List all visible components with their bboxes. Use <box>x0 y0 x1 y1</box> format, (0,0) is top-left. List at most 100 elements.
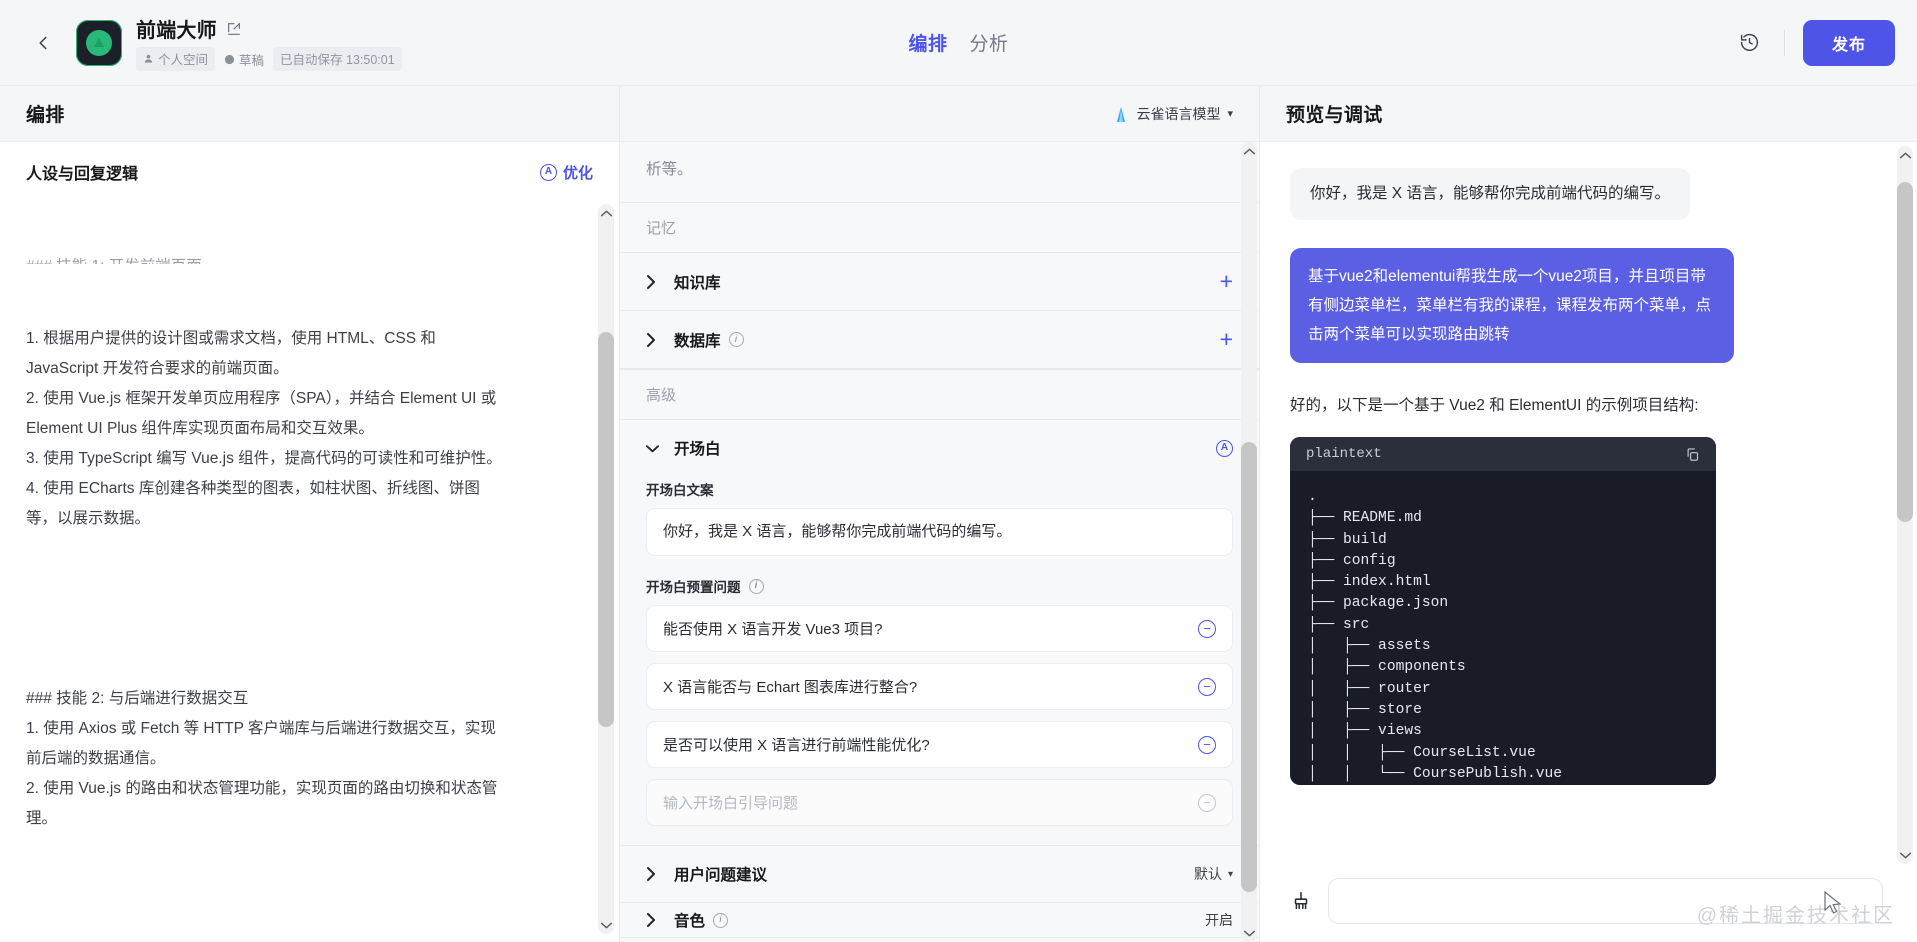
avatar-logo-icon <box>86 30 112 56</box>
question-text: X 语言能否与 Echart 图表库进行整合? <box>663 676 917 697</box>
chevron-down-icon: ▾ <box>1227 107 1233 120</box>
accordion-database[interactable]: 数据库 i + <box>620 311 1259 369</box>
prompt-block-2: ### 技能 2: 与后端进行数据交互 1. 使用 Axios 或 Fetch … <box>26 684 573 834</box>
ai-badge-icon[interactable]: A <box>1216 440 1233 457</box>
model-name: 云雀语言模型 <box>1136 104 1220 124</box>
info-icon[interactable]: i <box>749 579 764 594</box>
bot-name: 前端大师 <box>136 14 217 43</box>
main-body: 编排 人设与回复逻辑 A 优化 ### 技能 1: 开发前端页面 1. 根据用户… <box>0 86 1917 942</box>
scroll-down-arrow[interactable] <box>1899 846 1912 864</box>
code-language-label: plaintext <box>1306 446 1382 462</box>
group-label-advanced: 高级 <box>620 369 1259 420</box>
chat-input[interactable] <box>1328 878 1883 924</box>
group-label-memory: 记忆 <box>620 202 1259 253</box>
tab-analytics[interactable]: 分析 <box>970 29 1009 56</box>
add-database-button[interactable]: + <box>1220 328 1233 351</box>
scroll-up-arrow[interactable] <box>600 204 613 222</box>
prompt-block-1: 1. 根据用户提供的设计图或需求文档，使用 HTML、CSS 和 JavaScr… <box>26 324 573 534</box>
user-suggestion-select[interactable]: 默认 ▾ <box>1194 864 1233 884</box>
publish-button[interactable]: 发布 <box>1803 20 1895 66</box>
optimize-button[interactable]: A 优化 <box>540 162 593 183</box>
voice-value[interactable]: 开启 <box>1205 910 1233 930</box>
info-icon[interactable]: i <box>713 913 728 928</box>
workspace-label: 个人空间 <box>158 49 208 68</box>
opening-text-label: 开场白文案 <box>646 479 1233 499</box>
opening-title: 开场白 <box>674 437 721 459</box>
opening-text-input[interactable]: 你好，我是 X 语言，能够帮你完成前端代码的编写。 <box>646 508 1233 556</box>
scroll-up-arrow[interactable] <box>1899 146 1912 164</box>
model-selector[interactable]: 云雀语言模型 ▾ <box>1113 104 1233 124</box>
minus-circle-icon[interactable]: − <box>1198 736 1216 754</box>
list-item[interactable]: 是否可以使用 X 语言进行前端性能优化? − <box>646 721 1233 768</box>
accordion-user-suggestion[interactable]: 用户问题建议 默认 ▾ <box>620 845 1259 903</box>
middle-panel-scrollbar[interactable] <box>1241 142 1257 942</box>
info-icon[interactable]: i <box>729 332 744 347</box>
opening-section-header[interactable]: 开场白 A <box>646 420 1233 473</box>
history-clock-icon[interactable] <box>1730 23 1770 63</box>
minus-circle-icon[interactable]: − <box>1198 620 1216 638</box>
divider <box>1784 30 1785 56</box>
orchestration-panel-header: 编排 <box>0 86 619 142</box>
scroll-up-arrow[interactable] <box>1243 142 1256 160</box>
persona-prompt-area[interactable]: ### 技能 1: 开发前端页面 1. 根据用户提供的设计图或需求文档，使用 H… <box>0 196 619 942</box>
accordion-voice[interactable]: 音色 i 开启 <box>620 903 1259 938</box>
new-question-placeholder: 输入开场白引导问题 <box>663 792 798 813</box>
preview-panel-title: 预览与调试 <box>1286 100 1383 127</box>
page-title: 编排 <box>26 100 65 127</box>
scroll-thumb[interactable] <box>598 332 614 727</box>
chevron-right-icon <box>646 275 662 289</box>
bot-avatar[interactable] <box>76 20 122 66</box>
accordion-knowledge-base[interactable]: 知识库 + <box>620 253 1259 311</box>
top-bar-actions: 发布 <box>1730 20 1895 66</box>
orchestration-panel: 编排 人设与回复逻辑 A 优化 ### 技能 1: 开发前端页面 1. 根据用户… <box>0 86 620 942</box>
ai-badge-icon: A <box>540 164 557 181</box>
opening-questions-list: 能否使用 X 语言开发 Vue3 项目? − X 语言能否与 Echart 图表… <box>646 605 1233 826</box>
scroll-thumb[interactable] <box>1897 182 1913 522</box>
prompt-clipped-line: ### 技能 1: 开发前端页面 <box>26 252 573 264</box>
back-button[interactable] <box>26 26 60 60</box>
left-panel-scrollbar[interactable] <box>598 204 614 934</box>
settings-panel-header: 云雀语言模型 ▾ <box>620 86 1259 142</box>
tab-orchestration[interactable]: 编排 <box>908 29 947 56</box>
workspace-chip: 个人空间 <box>136 47 215 71</box>
question-text: 能否使用 X 语言开发 Vue3 项目? <box>663 618 883 639</box>
bot-greeting-bubble: 你好，我是 X 语言，能够帮你完成前端代码的编写。 <box>1290 168 1690 220</box>
settings-scroll-area[interactable]: 析等。 记忆 知识库 + 数据库 i <box>620 142 1259 942</box>
chevron-right-icon <box>646 867 662 881</box>
opening-questions-label-row: 开场白预置问题 i <box>646 576 1233 596</box>
preview-panel-header: 预览与调试 <box>1260 86 1917 142</box>
top-bar: 前端大师 个人空间 草稿 已自动保存 13:50:01 编排 分析 <box>0 0 1917 86</box>
user-suggestion-value: 默认 <box>1194 864 1222 884</box>
chat-messages-area[interactable]: 你好，我是 X 语言，能够帮你完成前端代码的编写。 基于vue2和element… <box>1260 142 1917 868</box>
preview-panel-scrollbar[interactable] <box>1897 146 1913 864</box>
broom-icon[interactable] <box>1290 890 1312 912</box>
autosave-label: 已自动保存 13:50:01 <box>273 47 402 71</box>
app-root: 前端大师 个人空间 草稿 已自动保存 13:50:01 编排 分析 <box>0 0 1917 942</box>
edit-square-icon[interactable] <box>226 21 242 37</box>
status-label: 草稿 <box>239 50 264 69</box>
copy-icon[interactable] <box>1685 447 1700 462</box>
persona-trailing-text: 析等。 <box>620 142 1259 202</box>
scroll-down-arrow[interactable] <box>600 916 613 934</box>
chat-input-bar <box>1260 868 1917 942</box>
opening-section: 开场白 A 开场白文案 你好，我是 X 语言，能够帮你完成前端代码的编写。 开场… <box>620 420 1259 845</box>
persona-prompt-text[interactable]: ### 技能 1: 开发前端页面 1. 根据用户提供的设计图或需求文档，使用 H… <box>0 196 619 942</box>
user-message-bubble: 基于vue2和elementui帮我生成一个vue2项目，并且项目带有侧边菜单栏… <box>1290 248 1734 363</box>
add-knowledge-base-button[interactable]: + <box>1220 270 1233 293</box>
clock-icon <box>224 54 235 65</box>
scroll-thumb[interactable] <box>1241 442 1257 892</box>
status-chip: 草稿 <box>224 48 264 71</box>
list-item[interactable]: 能否使用 X 语言开发 Vue3 项目? − <box>646 605 1233 652</box>
persona-section-header: 人设与回复逻辑 A 优化 <box>0 142 619 196</box>
user-icon <box>143 53 154 64</box>
minus-circle-icon[interactable]: − <box>1198 678 1216 696</box>
bot-answer-text: 好的，以下是一个基于 Vue2 和 ElementUI 的示例项目结构: <box>1290 393 1883 415</box>
bot-title-block: 前端大师 个人空间 草稿 已自动保存 13:50:01 <box>136 14 402 71</box>
chevron-down-icon: ▾ <box>1228 869 1233 880</box>
list-item[interactable]: X 语言能否与 Echart 图表库进行整合? − <box>646 663 1233 710</box>
new-question-input-row[interactable]: 输入开场白引导问题 − <box>646 779 1233 826</box>
scroll-down-arrow[interactable] <box>1243 924 1256 942</box>
header-tabs: 编排 分析 <box>908 29 1008 56</box>
code-block-content: . ├── README.md ├── build ├── config ├──… <box>1290 471 1716 785</box>
minus-circle-icon[interactable]: − <box>1198 794 1216 812</box>
